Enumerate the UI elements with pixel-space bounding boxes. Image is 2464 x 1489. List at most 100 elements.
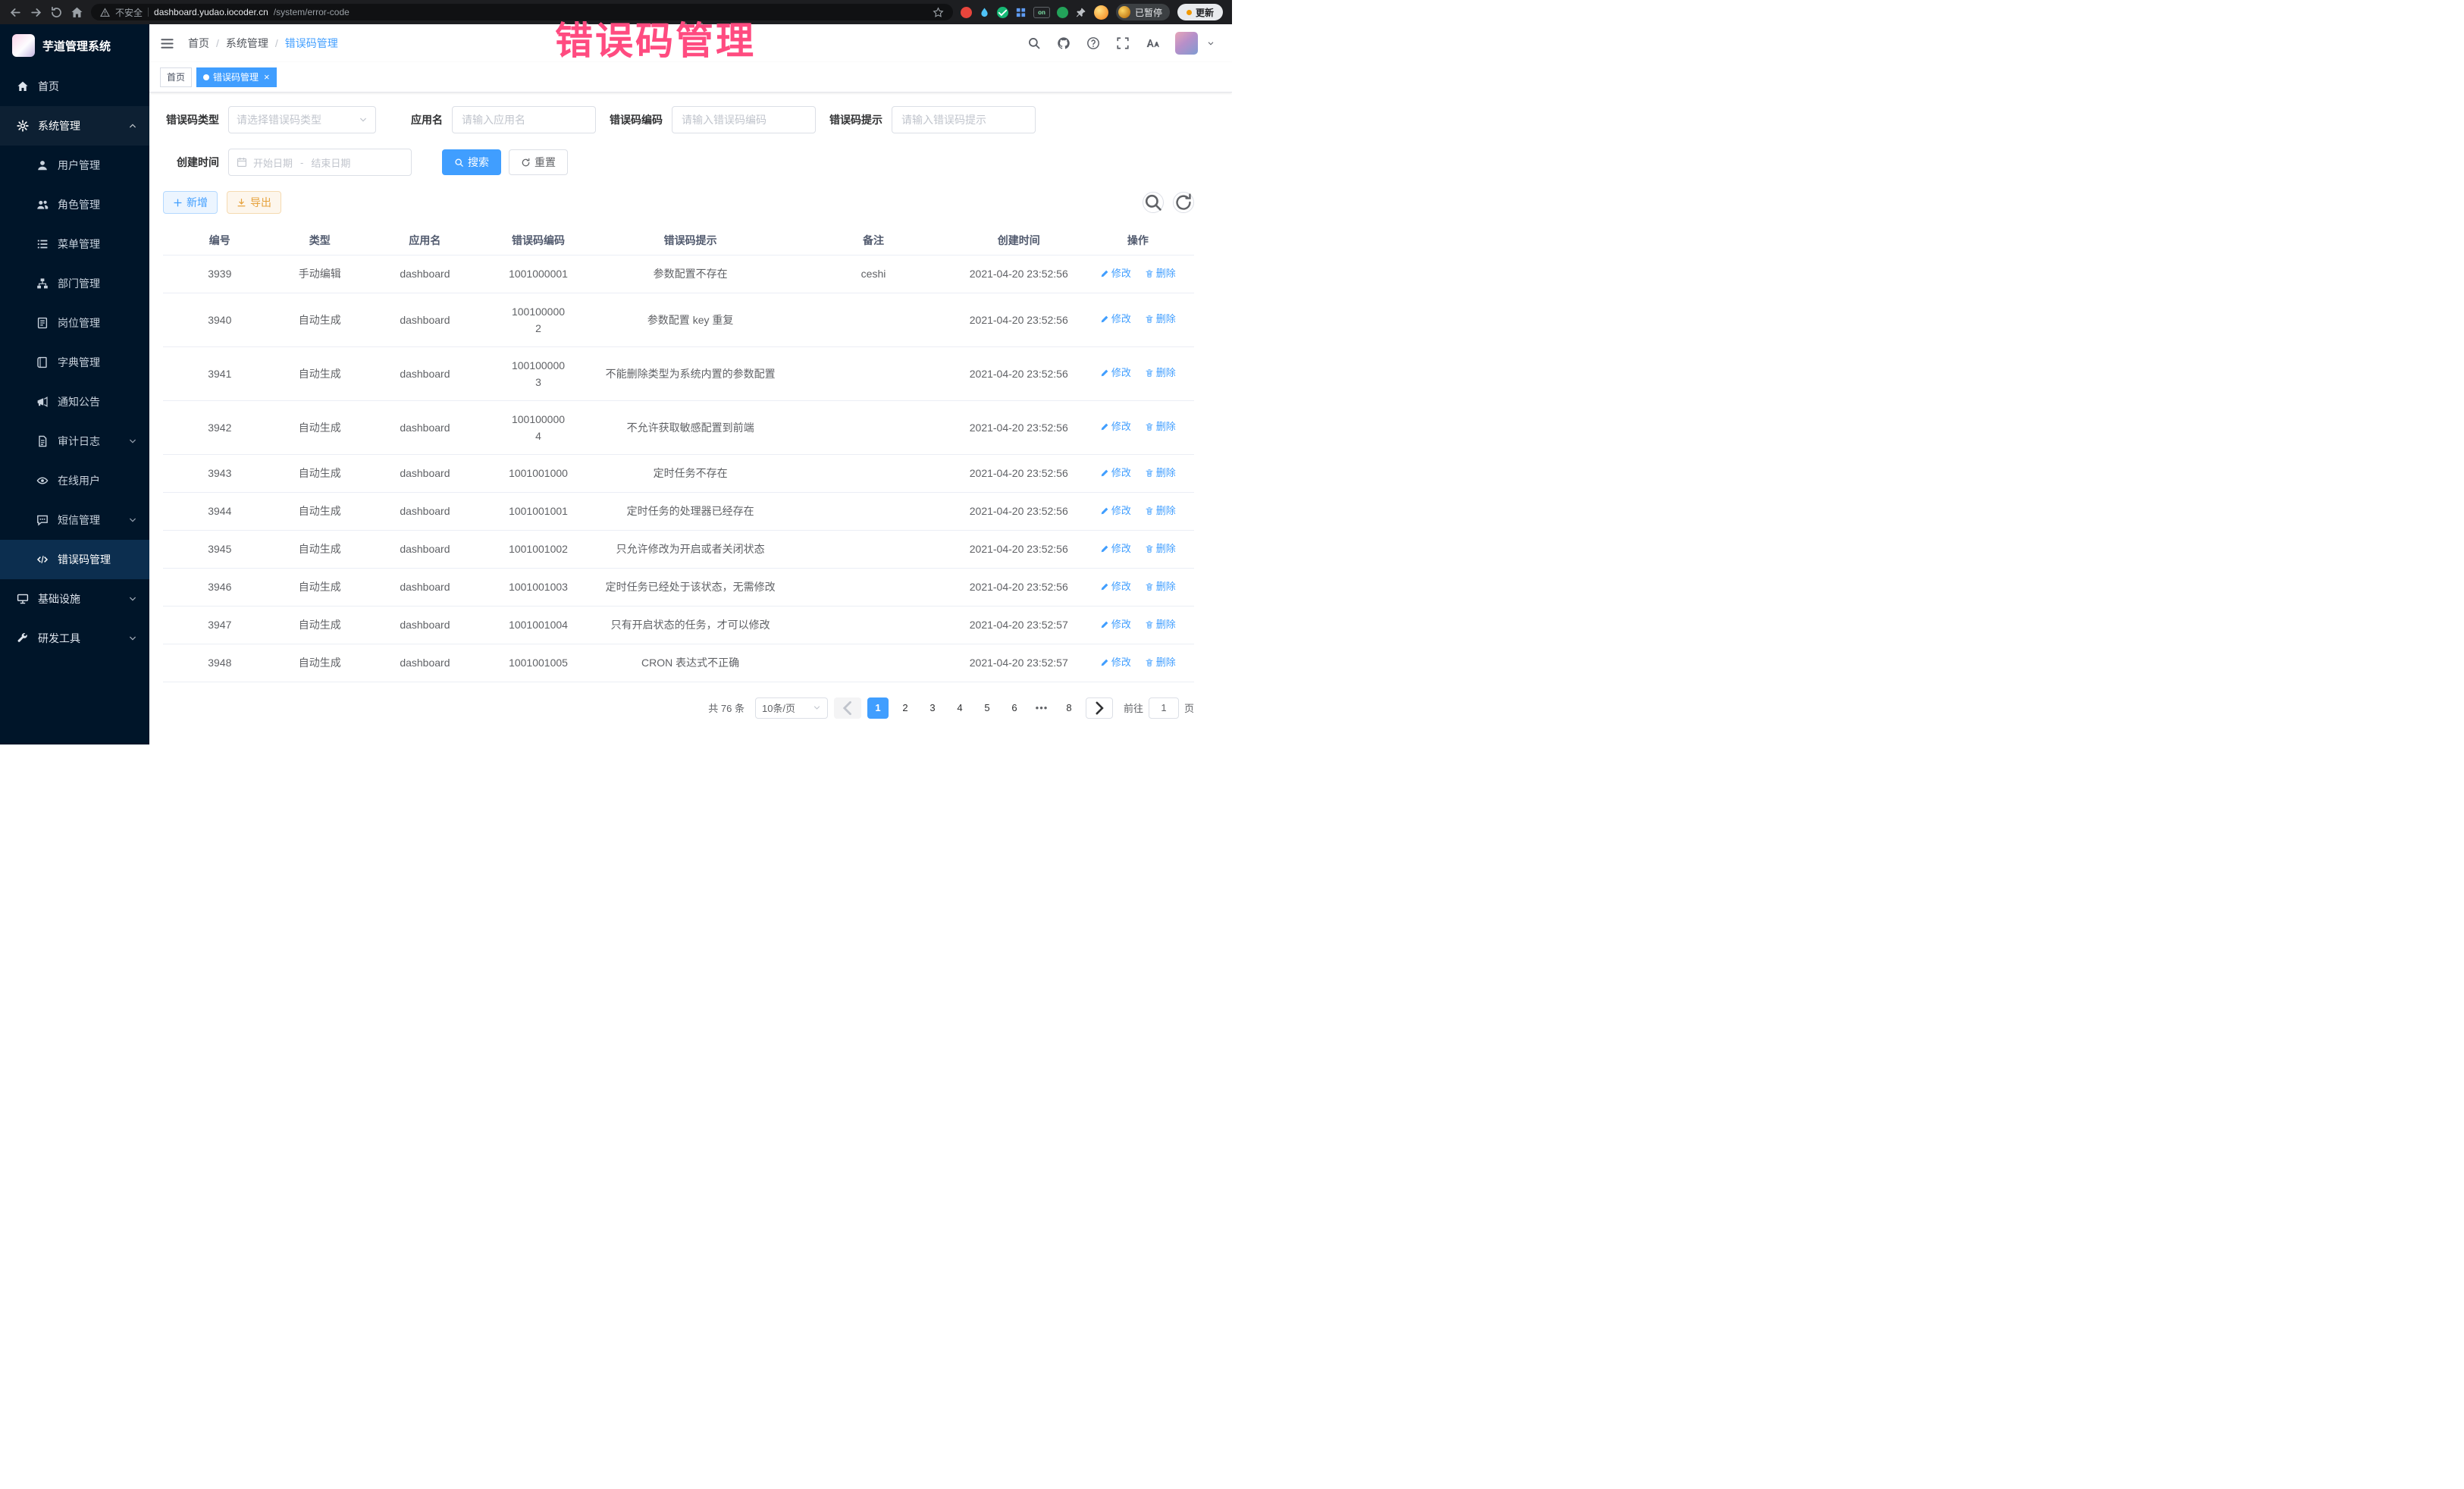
sidebar-item-megaphone[interactable]: 通知公告	[0, 382, 149, 422]
sidebar-item-tools[interactable]: 研发工具	[0, 619, 149, 658]
back-icon[interactable]	[9, 6, 22, 19]
refresh-icon-button[interactable]	[1173, 192, 1194, 213]
sidebar-item-home[interactable]: 首页	[0, 67, 149, 106]
edit-link[interactable]: 修改	[1100, 465, 1131, 481]
breadcrumb-item[interactable]: 错误码管理	[285, 36, 338, 51]
app-label: 应用名	[387, 112, 452, 127]
tab-首页[interactable]: 首页	[160, 67, 192, 87]
sidebar-item-audit[interactable]: 审计日志	[0, 422, 149, 461]
extension-icon-2[interactable]	[979, 7, 990, 18]
page-ellipsis[interactable]: •••	[1031, 697, 1052, 719]
page-button-4[interactable]: 4	[949, 697, 970, 719]
address-bar[interactable]: 不安全 dashboard.yudao.iocoder.cn /system/e…	[91, 4, 953, 20]
error-code-input[interactable]	[672, 106, 816, 133]
extension-icon-3[interactable]	[997, 7, 1008, 18]
error-type-select[interactable]: 请选择错误码类型	[228, 106, 376, 133]
reload-icon[interactable]	[50, 6, 63, 19]
edit-link[interactable]: 修改	[1100, 616, 1131, 633]
extension-icon-5[interactable]	[1057, 7, 1068, 18]
search-button[interactable]: 搜索	[442, 149, 501, 175]
user-avatar[interactable]	[1175, 32, 1198, 55]
trash-icon	[1145, 658, 1154, 667]
gear-icon	[17, 120, 29, 132]
sidebar-item-dict[interactable]: 字典管理	[0, 343, 149, 382]
edit-link[interactable]: 修改	[1100, 541, 1131, 557]
reset-button[interactable]: 重置	[509, 149, 568, 175]
delete-link[interactable]: 删除	[1145, 616, 1176, 633]
breadcrumb-item[interactable]: 首页	[188, 36, 209, 51]
next-page-button[interactable]	[1086, 697, 1113, 719]
delete-link[interactable]: 删除	[1145, 654, 1176, 671]
font-size-icon[interactable]	[1146, 36, 1159, 50]
github-icon[interactable]	[1057, 36, 1071, 50]
export-button[interactable]: 导出	[227, 191, 281, 214]
page-button-1[interactable]: 1	[867, 697, 889, 719]
hamburger-icon[interactable]	[160, 36, 174, 51]
page-button-8[interactable]: 8	[1058, 697, 1080, 719]
prev-page-button[interactable]	[834, 697, 861, 719]
breadcrumb-item[interactable]: 系统管理	[226, 36, 268, 51]
page-button-6[interactable]: 6	[1004, 697, 1025, 719]
edit-link[interactable]: 修改	[1100, 265, 1131, 282]
sidebar-item-label: 错误码管理	[58, 552, 111, 567]
add-button[interactable]: 新增	[163, 191, 218, 214]
goto-page-input[interactable]	[1149, 697, 1179, 719]
browser-profile-avatar[interactable]	[1094, 5, 1108, 20]
sidebar-item-user[interactable]: 用户管理	[0, 146, 149, 185]
app-name-input[interactable]	[452, 106, 596, 133]
update-button[interactable]: 更新	[1177, 4, 1223, 20]
fullscreen-icon[interactable]	[1116, 36, 1130, 50]
forward-icon[interactable]	[30, 6, 42, 19]
page-button-2[interactable]: 2	[895, 697, 916, 719]
extension-on-badge[interactable]: on	[1033, 7, 1050, 18]
close-icon[interactable]: ×	[264, 72, 270, 82]
error-msg-input[interactable]	[892, 106, 1036, 133]
paused-chip[interactable]: 已暂停	[1116, 4, 1170, 20]
extension-icon-1[interactable]	[961, 7, 972, 18]
sidebar-item-online[interactable]: 在线用户	[0, 461, 149, 500]
edit-link[interactable]: 修改	[1100, 418, 1131, 435]
edit-link[interactable]: 修改	[1100, 311, 1131, 328]
logo-row[interactable]: 芋道管理系统	[0, 24, 149, 67]
help-icon[interactable]	[1086, 36, 1100, 50]
edit-link[interactable]: 修改	[1100, 578, 1131, 595]
cell-code: 1001001004	[487, 606, 590, 644]
tab-错误码管理[interactable]: 错误码管理 ×	[196, 67, 277, 87]
delete-link[interactable]: 删除	[1145, 311, 1176, 328]
sidebar-item-code[interactable]: 错误码管理	[0, 540, 149, 579]
delete-link[interactable]: 删除	[1145, 465, 1176, 481]
avatar-caret-icon[interactable]	[1206, 39, 1215, 48]
page-size-select[interactable]: 10条/页	[755, 697, 828, 719]
delete-link[interactable]: 删除	[1145, 365, 1176, 381]
update-label: 更新	[1196, 6, 1214, 19]
sidebar-item-role[interactable]: 角色管理	[0, 185, 149, 224]
extension-icon-4[interactable]	[1015, 7, 1027, 18]
cell-msg: CRON 表达式不正确	[590, 644, 791, 682]
page-button-3[interactable]: 3	[922, 697, 943, 719]
sidebar-item-infra[interactable]: 基础设施	[0, 579, 149, 619]
sidebar-item-sms[interactable]: 短信管理	[0, 500, 149, 540]
delete-link[interactable]: 删除	[1145, 503, 1176, 519]
sidebar: 芋道管理系统 首页 系统管理 用户管理 角色管理 菜单管理 部门管理 岗位管理 …	[0, 24, 149, 744]
sidebar-item-menu[interactable]: 菜单管理	[0, 224, 149, 264]
edit-link[interactable]: 修改	[1100, 503, 1131, 519]
delete-link[interactable]: 删除	[1145, 265, 1176, 282]
delete-link[interactable]: 删除	[1145, 541, 1176, 557]
delete-link[interactable]: 删除	[1145, 418, 1176, 435]
page-button-5[interactable]: 5	[977, 697, 998, 719]
edit-link[interactable]: 修改	[1100, 365, 1131, 381]
extensions-pin-icon[interactable]	[1075, 7, 1086, 18]
table-row: 3942 自动生成 dashboard 1001000004 不允许获取敏感配置…	[163, 400, 1194, 454]
bookmark-star-icon[interactable]	[933, 7, 944, 18]
date-range-picker[interactable]: 开始日期 - 结束日期	[228, 149, 412, 176]
show-search-icon-button[interactable]	[1143, 192, 1164, 213]
sidebar-item-gear[interactable]: 系统管理	[0, 106, 149, 146]
delete-link[interactable]: 删除	[1145, 578, 1176, 595]
filter-item-type: 错误码类型 请选择错误码类型	[163, 106, 376, 133]
search-icon[interactable]	[1027, 36, 1041, 50]
sidebar-item-post[interactable]: 岗位管理	[0, 303, 149, 343]
home-nav-icon[interactable]	[71, 6, 83, 19]
cell-actions: 修改 删除	[1082, 644, 1194, 682]
edit-link[interactable]: 修改	[1100, 654, 1131, 671]
sidebar-item-org[interactable]: 部门管理	[0, 264, 149, 303]
